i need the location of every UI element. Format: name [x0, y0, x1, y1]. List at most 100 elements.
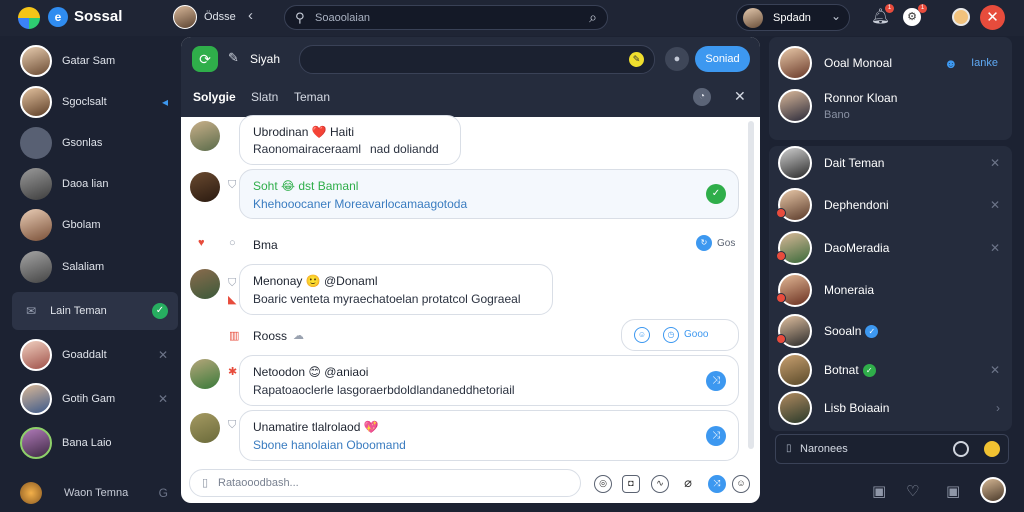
friend-item[interactable]: Botnat ✓ ✕ — [778, 351, 1008, 389]
filter-icon[interactable] — [953, 441, 969, 457]
link-icon[interactable]: ⌀ — [679, 475, 697, 493]
chat-badge-icon[interactable]: ☻ — [944, 56, 958, 71]
react-icon[interactable]: ☺ — [634, 327, 650, 343]
contact-item[interactable]: Bana Laio — [12, 424, 178, 462]
send-button[interactable]: Soniad — [695, 46, 750, 72]
friend-avatar — [778, 146, 812, 180]
global-search-field[interactable]: ⚲ Soaoolaian ⌕ — [284, 5, 608, 30]
friend-avatar — [778, 89, 812, 123]
sync-icon[interactable]: ↻ — [696, 235, 712, 251]
friend-name: Lisb Boiaain — [824, 401, 890, 415]
contact-avatar — [20, 168, 52, 200]
app-title: Sossal — [74, 8, 123, 25]
reply-icon[interactable]: ⛉ — [228, 277, 236, 290]
friend-name: Dephendoni — [824, 198, 889, 212]
contact-item[interactable]: Gsonlas — [12, 124, 178, 162]
edit-pen-icon[interactable]: ✎ — [228, 50, 239, 66]
tab-first[interactable]: Solygie — [193, 90, 236, 104]
chat-options-icon[interactable]: ◔ — [693, 88, 711, 106]
remove-icon[interactable]: ✕ — [990, 156, 1000, 170]
message-bubble: Menonay 🙂 @Donaml Boaric venteta myraech… — [239, 264, 553, 315]
remove-icon[interactable]: ✕ — [990, 241, 1000, 255]
status-indicator-icon[interactable] — [952, 8, 970, 26]
pin-icon[interactable]: ✎ — [629, 52, 644, 67]
message-scrollbar[interactable] — [748, 121, 754, 449]
close-icon[interactable]: ✕ — [734, 88, 746, 105]
profile-menu-button[interactable]: Spdadn ⌄ — [736, 4, 850, 31]
gift-icon[interactable]: ▥ — [229, 329, 239, 342]
friend-item[interactable]: Ooal Monoal ☻ Ianke — [778, 44, 1008, 82]
share-icon[interactable]: ⤨ — [706, 371, 726, 391]
message-bubble: Soht 😂 dst Bamanl Khehooocaner Moreavarl… — [239, 169, 739, 219]
chat-panel: ⟳ ✎ Siyah ✎ ● Soniad Solygie Slatn Teman… — [181, 37, 760, 503]
chat-app-icon[interactable]: ⟳ — [192, 46, 218, 72]
friend-item[interactable]: DaoMeradia ✕ — [776, 229, 1008, 267]
contact-item[interactable]: Goaddalt ✕ — [12, 336, 178, 374]
refresh-icon[interactable]: G — [159, 486, 168, 500]
heart-icon[interactable]: ♥ — [198, 237, 205, 249]
friend-item[interactable]: Moneraia — [776, 271, 1008, 309]
message-composer[interactable]: ▯ Rataooodbash... — [189, 469, 581, 497]
friend-name: DaoMeradia — [824, 241, 890, 255]
at-icon[interactable]: ◎ — [594, 475, 612, 493]
contact-item[interactable]: Salaliam — [12, 248, 178, 286]
reply-icon[interactable]: ⛉ — [228, 179, 236, 192]
friend-item[interactable]: Lisb Boiaain › — [778, 389, 1008, 427]
remove-icon[interactable]: ✕ — [990, 198, 1000, 212]
remove-icon[interactable]: ✕ — [158, 392, 168, 406]
remove-icon[interactable]: ✕ — [158, 348, 168, 362]
left-footer[interactable]: Waon Temna G — [12, 478, 178, 508]
message-avatar — [190, 359, 220, 389]
remove-icon[interactable]: ✕ — [990, 363, 1000, 377]
message-avatar — [190, 121, 220, 151]
chevron-right-icon[interactable]: › — [996, 401, 1000, 415]
back-arrow-icon[interactable]: ‹ — [248, 7, 253, 24]
profile-circle-icon[interactable]: ● — [665, 47, 689, 71]
emoji-icon[interactable]: ☺ — [732, 475, 750, 493]
share-icon[interactable]: ⤨ — [706, 426, 726, 446]
contact-item[interactable]: Gatar Sam — [12, 42, 178, 80]
current-user-avatar[interactable] — [173, 5, 197, 29]
friend-item[interactable]: Sooaln ✓ — [776, 312, 1008, 350]
search-icon: ▯ — [786, 443, 792, 454]
contact-avatar — [20, 45, 52, 77]
image-icon[interactable]: ◘ — [622, 475, 640, 493]
friend-avatar — [776, 273, 812, 307]
reply-icon[interactable]: ⛉ — [228, 419, 236, 432]
window-icon[interactable]: ▣ — [946, 482, 960, 500]
close-window-button[interactable]: ✕ — [980, 5, 1005, 30]
tab-second[interactable]: Slatn — [251, 90, 278, 104]
tag-icon[interactable]: ✱ — [228, 365, 237, 378]
contact-item[interactable]: Daoa lian — [12, 165, 178, 203]
friend-item[interactable]: Dait Teman ✕ — [778, 144, 1008, 182]
friend-item[interactable]: Ronnor Kloan Bano — [778, 86, 1008, 126]
grid-icon[interactable]: ▣ — [872, 482, 886, 500]
message-title: Bma — [253, 238, 278, 252]
composer-placeholder: Rataooodbash... — [218, 477, 299, 489]
reaction-pill[interactable]: ☺ ◷ Gooo — [621, 319, 739, 351]
send-icon[interactable]: ⤨ — [708, 475, 726, 493]
contact-item[interactable]: Gbolam — [12, 206, 178, 244]
heart-outline-icon[interactable]: ♡ — [906, 482, 919, 500]
search-submit-icon[interactable]: ⌕ — [589, 9, 597, 26]
bottom-user-avatar[interactable] — [980, 477, 1006, 503]
emoji-icon[interactable] — [984, 441, 1000, 457]
friends-search-field[interactable]: ▯ Naronees — [775, 434, 1009, 464]
contact-item-active[interactable]: ✉ Lain Teman ✓ — [12, 292, 178, 330]
contact-item[interactable]: Sgoclsalt ◂ — [12, 83, 178, 121]
accept-icon[interactable]: ✓ — [706, 184, 726, 204]
chat-bubble-icon: ✉ — [26, 304, 37, 318]
app-brand-icon[interactable]: e — [48, 7, 68, 27]
attach-icon[interactable]: ∿ — [651, 475, 669, 493]
chat-header-input[interactable]: ✎ — [299, 45, 655, 74]
clock-icon[interactable]: ◷ — [663, 327, 679, 343]
tab-third[interactable]: Teman — [294, 90, 330, 104]
flag-icon[interactable]: ◣ — [228, 293, 236, 306]
app-logo[interactable] — [18, 7, 40, 29]
friend-item[interactable]: Dephendoni ✕ — [776, 186, 1008, 224]
friend-tag[interactable]: Ianke — [971, 57, 998, 69]
verified-badge-icon: ✓ — [865, 325, 879, 339]
chat-header: ⟳ ✎ Siyah ✎ ● Soniad Solygie Slatn Teman… — [181, 37, 760, 117]
contact-item[interactable]: Gotih Gam ✕ — [12, 380, 178, 418]
collapse-arrow-icon[interactable]: ◂ — [162, 95, 168, 109]
